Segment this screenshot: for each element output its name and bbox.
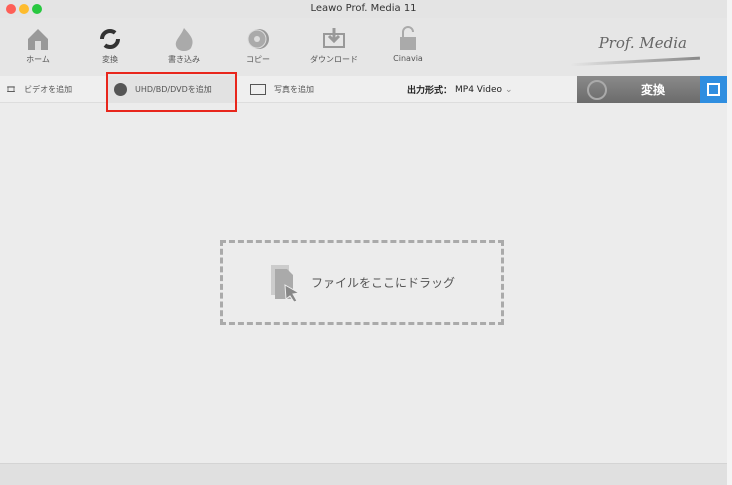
prof-media-logo: Prof. Media xyxy=(598,34,687,52)
tool-burn[interactable]: 書き込み xyxy=(154,24,214,65)
photo-add-icon xyxy=(250,84,266,95)
file-drag-icon xyxy=(270,264,301,303)
download-icon xyxy=(304,24,364,54)
tool-home[interactable]: ホーム xyxy=(8,24,68,65)
title-bar: Leawo Prof. Media 11 xyxy=(0,0,727,18)
chevron-down-icon: ⌄ xyxy=(505,84,513,95)
tool-convert[interactable]: 変換 xyxy=(80,24,140,65)
tool-copy[interactable]: コピー xyxy=(228,24,288,65)
output-format-value: MP4 Video xyxy=(455,84,503,95)
convert-button[interactable]: 変換 xyxy=(577,76,700,103)
window-title: Leawo Prof. Media 11 xyxy=(310,3,417,14)
output-format-select[interactable]: 出力形式： MP4 Video ⌄ xyxy=(407,76,513,103)
sidebar-toggle-button[interactable] xyxy=(700,76,727,103)
tool-label: 変換 xyxy=(102,55,118,64)
disc-icon xyxy=(228,24,288,54)
tool-label: ダウンロード xyxy=(310,55,358,64)
tool-label: Cinavia xyxy=(393,54,423,63)
drop-zone-text: ファイルをここにドラッグ xyxy=(310,276,455,290)
tool-label: ホーム xyxy=(26,55,50,64)
main-toolbar: ホーム 変換 書き込み コピー ダウンロード Cinavia Prof. Med… xyxy=(0,18,727,76)
scrollbar[interactable] xyxy=(727,0,732,485)
film-icon: 🎞 xyxy=(6,85,17,94)
maximize-button[interactable] xyxy=(32,4,42,14)
panel-icon xyxy=(707,83,720,96)
convert-icon xyxy=(80,24,140,54)
add-photo-label: 写真を追加 xyxy=(274,85,314,94)
tool-cinavia[interactable]: Cinavia xyxy=(378,24,438,63)
highlight-box xyxy=(106,72,237,112)
flame-icon xyxy=(154,24,214,54)
tool-download[interactable]: ダウンロード xyxy=(304,24,364,65)
home-icon xyxy=(8,24,68,54)
unlock-icon xyxy=(378,24,438,54)
minimize-button[interactable] xyxy=(19,4,29,14)
logo-swoosh xyxy=(570,56,700,67)
add-video-button[interactable]: 🎞 ビデオを追加 xyxy=(6,76,72,103)
output-format-label: 出力形式： xyxy=(407,86,453,96)
close-button[interactable] xyxy=(6,4,16,14)
add-video-label: ビデオを追加 xyxy=(24,85,73,94)
status-bar xyxy=(0,463,727,485)
tool-label: 書き込み xyxy=(168,55,200,64)
convert-label: 変換 xyxy=(641,83,666,97)
add-photo-button[interactable]: 写真を追加 xyxy=(250,76,314,103)
refresh-icon xyxy=(587,79,607,100)
drop-zone[interactable]: ファイルをここにドラッグ xyxy=(220,240,504,325)
tool-label: コピー xyxy=(246,55,270,64)
